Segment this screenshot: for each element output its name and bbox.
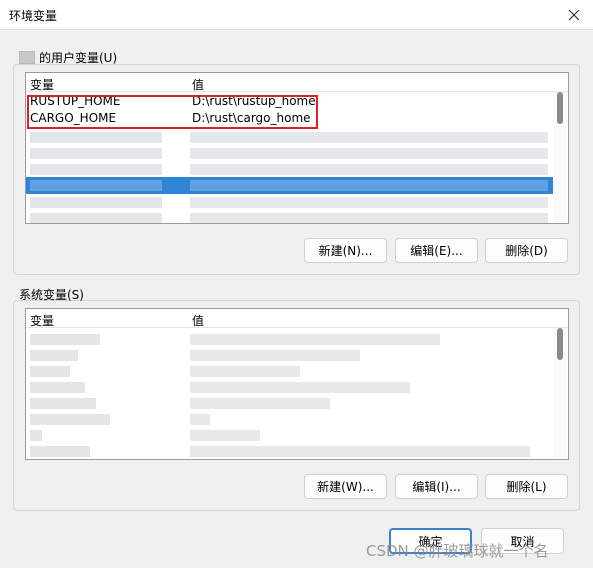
user-list-header: 变量 值 [26, 73, 568, 92]
table-row-redacted[interactable] [26, 411, 554, 428]
user-variables-label: 的用户变量(U) [19, 49, 117, 66]
column-header-value[interactable]: 值 [192, 312, 204, 329]
user-name-redacted [19, 51, 35, 64]
table-row-redacted[interactable] [26, 145, 554, 162]
table-row-redacted[interactable] [26, 443, 554, 459]
table-row-redacted[interactable] [26, 363, 554, 380]
user-edit-button[interactable]: 编辑(E)... [395, 238, 478, 263]
watermark: CSDN @胖玻璃球就一个名 [366, 542, 549, 560]
close-icon [568, 9, 580, 21]
system-delete-button[interactable]: 删除(L) [485, 474, 568, 499]
system-edit-button[interactable]: 编辑(I)... [395, 474, 478, 499]
column-header-variable[interactable]: 变量 [30, 76, 54, 93]
table-row-redacted[interactable] [26, 194, 554, 211]
column-header-value[interactable]: 值 [192, 76, 204, 93]
table-row-selected-redacted[interactable] [26, 177, 554, 194]
system-new-button[interactable]: 新建(W)... [304, 474, 387, 499]
red-highlight-annotation [27, 95, 318, 129]
user-list-scrollbar[interactable] [553, 92, 567, 222]
table-row-redacted[interactable] [26, 379, 554, 396]
scroll-thumb[interactable] [557, 328, 563, 360]
user-new-button[interactable]: 新建(N)... [304, 238, 387, 263]
system-variables-list[interactable]: 变量 值 [25, 308, 569, 460]
user-variables-label-text: 的用户变量(U) [39, 51, 118, 65]
system-list-header: 变量 值 [26, 309, 568, 328]
table-row-redacted[interactable] [26, 427, 554, 444]
table-row-redacted[interactable] [26, 347, 554, 364]
scroll-thumb[interactable] [557, 92, 563, 124]
title-bar: 环境变量 [0, 0, 593, 30]
table-row-redacted[interactable] [26, 210, 554, 223]
column-header-variable[interactable]: 变量 [30, 312, 54, 329]
table-row-redacted[interactable] [26, 395, 554, 412]
close-button[interactable] [561, 3, 587, 27]
user-delete-button[interactable]: 删除(D) [485, 238, 568, 263]
system-variables-label: 系统变量(S) [19, 288, 84, 302]
table-row-redacted[interactable] [26, 331, 554, 348]
table-row-redacted[interactable] [26, 129, 554, 146]
table-row-redacted[interactable] [26, 161, 554, 178]
system-list-scrollbar[interactable] [553, 328, 567, 458]
window-title: 环境变量 [9, 9, 58, 23]
